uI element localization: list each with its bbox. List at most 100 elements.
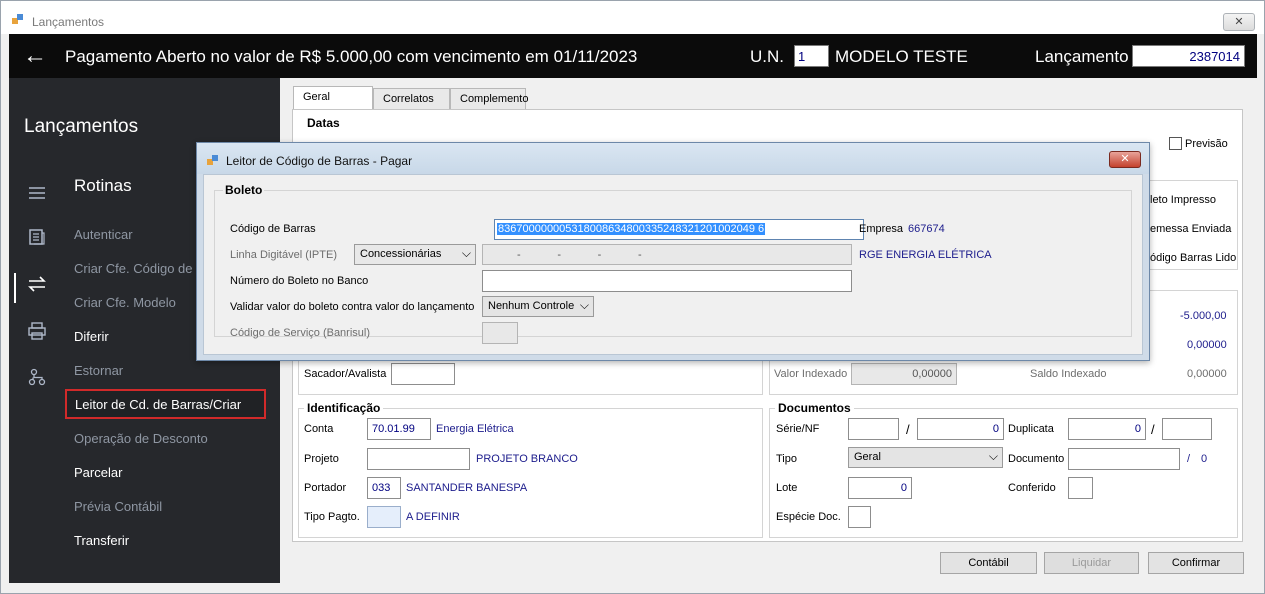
- conta-description: Energia Elétrica: [436, 423, 514, 435]
- window-close-button[interactable]: ✕: [1223, 13, 1255, 31]
- nf-field[interactable]: 0: [917, 418, 1004, 440]
- projeto-field[interactable]: [367, 448, 470, 470]
- duplicata-separator: /: [1151, 422, 1155, 437]
- empresa-label: Empresa: [859, 223, 904, 235]
- linha-digitavel-select-value: Concessionárias: [360, 248, 442, 260]
- lote-field[interactable]: 0: [848, 477, 912, 499]
- serie-separator: /: [906, 422, 910, 437]
- hierarchy-icon[interactable]: [26, 368, 48, 390]
- sacador-label: Sacador/Avalista: [304, 368, 387, 380]
- projeto-description: PROJETO BRANCO: [476, 453, 578, 465]
- sidebar-item-operacao-desconto[interactable]: Operação de Desconto: [74, 431, 208, 446]
- back-arrow-icon[interactable]: ←: [23, 44, 47, 68]
- tipo-pagto-label: Tipo Pagto.: [304, 511, 360, 523]
- sidebar-item-diferir[interactable]: Diferir: [74, 329, 109, 344]
- contabil-button[interactable]: Contábil: [940, 552, 1037, 574]
- sidebar-item-previa-contabil[interactable]: Prévia Contábil: [74, 499, 162, 514]
- codigo-barras-lido-label: ódigo Barras Lido: [1150, 252, 1237, 264]
- dialog-close-button[interactable]: ✕: [1109, 151, 1141, 168]
- valor-indexado-field[interactable]: 0,00000: [851, 363, 957, 385]
- duplicata-parcela-field[interactable]: [1162, 418, 1212, 440]
- sidebar-section-title: Rotinas: [74, 176, 132, 195]
- dialog-body: Boleto Código de Barras 8367000000053180…: [203, 174, 1143, 355]
- sidebar-item-criar-cfe-modelo[interactable]: Criar Cfe. Modelo: [74, 295, 176, 310]
- validar-valor-select[interactable]: Nenhum Controle ⌵: [482, 296, 594, 317]
- sidebar-item-parcelar[interactable]: Parcelar: [74, 465, 122, 480]
- sidebar-item-leitor-cd-barras[interactable]: Leitor de Cd. de Barras/Criar: [65, 389, 266, 419]
- lancamento-label: Lançamento: [1035, 47, 1129, 66]
- saldo-indexado-value: 0,00000: [1187, 368, 1227, 380]
- lancamento-field[interactable]: 2387014: [1132, 45, 1245, 67]
- empresa-nome: RGE ENERGIA ELÉTRICA: [859, 249, 992, 261]
- menu-icon[interactable]: [26, 184, 48, 206]
- sacador-field[interactable]: [391, 363, 455, 385]
- valor-indice: 0,00000: [1187, 339, 1227, 351]
- boleto-group-label: Boleto: [223, 183, 265, 197]
- linha-digitavel-mask: - - - -: [517, 249, 642, 261]
- app-icon: [12, 14, 23, 24]
- tab-geral[interactable]: Geral: [293, 86, 373, 110]
- saldo-indexado-label: Saldo Indexado: [1030, 368, 1107, 380]
- duplicata-label: Duplicata: [1008, 423, 1054, 435]
- sidebar-item-transferir[interactable]: Transferir: [74, 533, 129, 548]
- window-titlebar: Lançamentos ✕: [1, 1, 1264, 34]
- un-label: U.N.: [750, 47, 784, 66]
- dialog-titlebar: Leitor de Código de Barras - Pagar ✕: [197, 143, 1149, 174]
- page-header: ← Pagamento Aberto no valor de R$ 5.000,…: [9, 34, 1257, 78]
- conferido-field[interactable]: [1068, 477, 1093, 499]
- document-icon[interactable]: [26, 228, 48, 250]
- portador-description: SANTANDER BANESPA: [406, 482, 528, 494]
- window-title: Lançamentos: [32, 15, 105, 29]
- tipo-select-value: Geral: [854, 451, 881, 463]
- chevron-down-icon: ⌵: [988, 449, 998, 463]
- especie-doc-field[interactable]: [848, 506, 871, 528]
- boleto-group: Boleto Código de Barras 8367000000053180…: [214, 183, 1132, 344]
- modelo-name: MODELO TESTE: [835, 47, 968, 66]
- serie-field[interactable]: [848, 418, 899, 440]
- boleto-impresso-label: leto Impresso: [1150, 194, 1217, 206]
- previsao-checkbox[interactable]: [1169, 137, 1182, 150]
- dialog-title: Leitor de Código de Barras - Pagar: [226, 154, 413, 168]
- linha-digitavel-label: Linha Digitável (IPTE): [230, 249, 337, 261]
- tipo-label: Tipo: [776, 453, 797, 465]
- lote-label: Lote: [776, 482, 798, 494]
- liquidar-button[interactable]: Liquidar: [1044, 552, 1139, 574]
- un-field[interactable]: 1: [794, 45, 829, 67]
- serie-nf-label: Série/NF: [776, 423, 820, 435]
- codigo-barras-input[interactable]: 8367000000053180086348003352483212010020…: [494, 219, 864, 240]
- sidebar-item-criar-cfe-codigo[interactable]: Criar Cfe. Código de: [74, 261, 193, 276]
- validar-valor-label: Validar valor do boleto contra valor do …: [230, 301, 475, 313]
- tipo-pagto-field[interactable]: [367, 506, 401, 528]
- tab-complemento[interactable]: Complemento: [450, 88, 528, 110]
- documento-field[interactable]: [1068, 448, 1180, 470]
- linha-digitavel-select[interactable]: Concessionárias ⌵: [354, 244, 476, 265]
- portador-field[interactable]: 033: [367, 477, 401, 499]
- documento-suffix: 0: [1201, 453, 1208, 465]
- duplicata-field[interactable]: 0: [1068, 418, 1146, 440]
- barcode-reader-dialog: Leitor de Código de Barras - Pagar ✕ Bol…: [196, 142, 1150, 361]
- tipo-select[interactable]: Geral ⌵: [848, 447, 1003, 468]
- conta-field[interactable]: 70.01.99: [367, 418, 431, 440]
- sidebar-item-autenticar[interactable]: Autenticar: [74, 227, 133, 242]
- printer-icon[interactable]: [26, 322, 48, 344]
- projeto-label: Projeto: [304, 453, 339, 465]
- codigo-servico-field[interactable]: [482, 322, 518, 344]
- tipo-pagto-description: A DEFINIR: [406, 511, 460, 523]
- sidebar-title: Lançamentos: [24, 116, 139, 137]
- numero-boleto-field[interactable]: [482, 270, 852, 292]
- codigo-servico-label: Código de Serviço (Banrisul): [230, 327, 371, 339]
- documentos-label: Documentos: [775, 401, 854, 415]
- chevron-down-icon: ⌵: [461, 246, 471, 260]
- identificacao-label: Identificação: [304, 401, 384, 415]
- transfer-icon[interactable]: [26, 276, 48, 298]
- confirmar-button[interactable]: Confirmar: [1148, 552, 1244, 574]
- page-title: Pagamento Aberto no valor de R$ 5.000,00…: [65, 47, 638, 66]
- especie-doc-label: Espécie Doc.: [776, 511, 841, 523]
- sidebar-item-estornar[interactable]: Estornar: [74, 363, 123, 378]
- valor-total: -5.000,00: [1180, 310, 1227, 322]
- main-window: Lançamentos ✕ ← Pagamento Aberto no valo…: [0, 0, 1265, 594]
- linha-digitavel-field[interactable]: - - - -: [482, 244, 852, 265]
- dialog-app-icon: [207, 155, 218, 165]
- documento-separator: /: [1187, 453, 1191, 465]
- tab-correlatos[interactable]: Correlatos: [373, 88, 450, 110]
